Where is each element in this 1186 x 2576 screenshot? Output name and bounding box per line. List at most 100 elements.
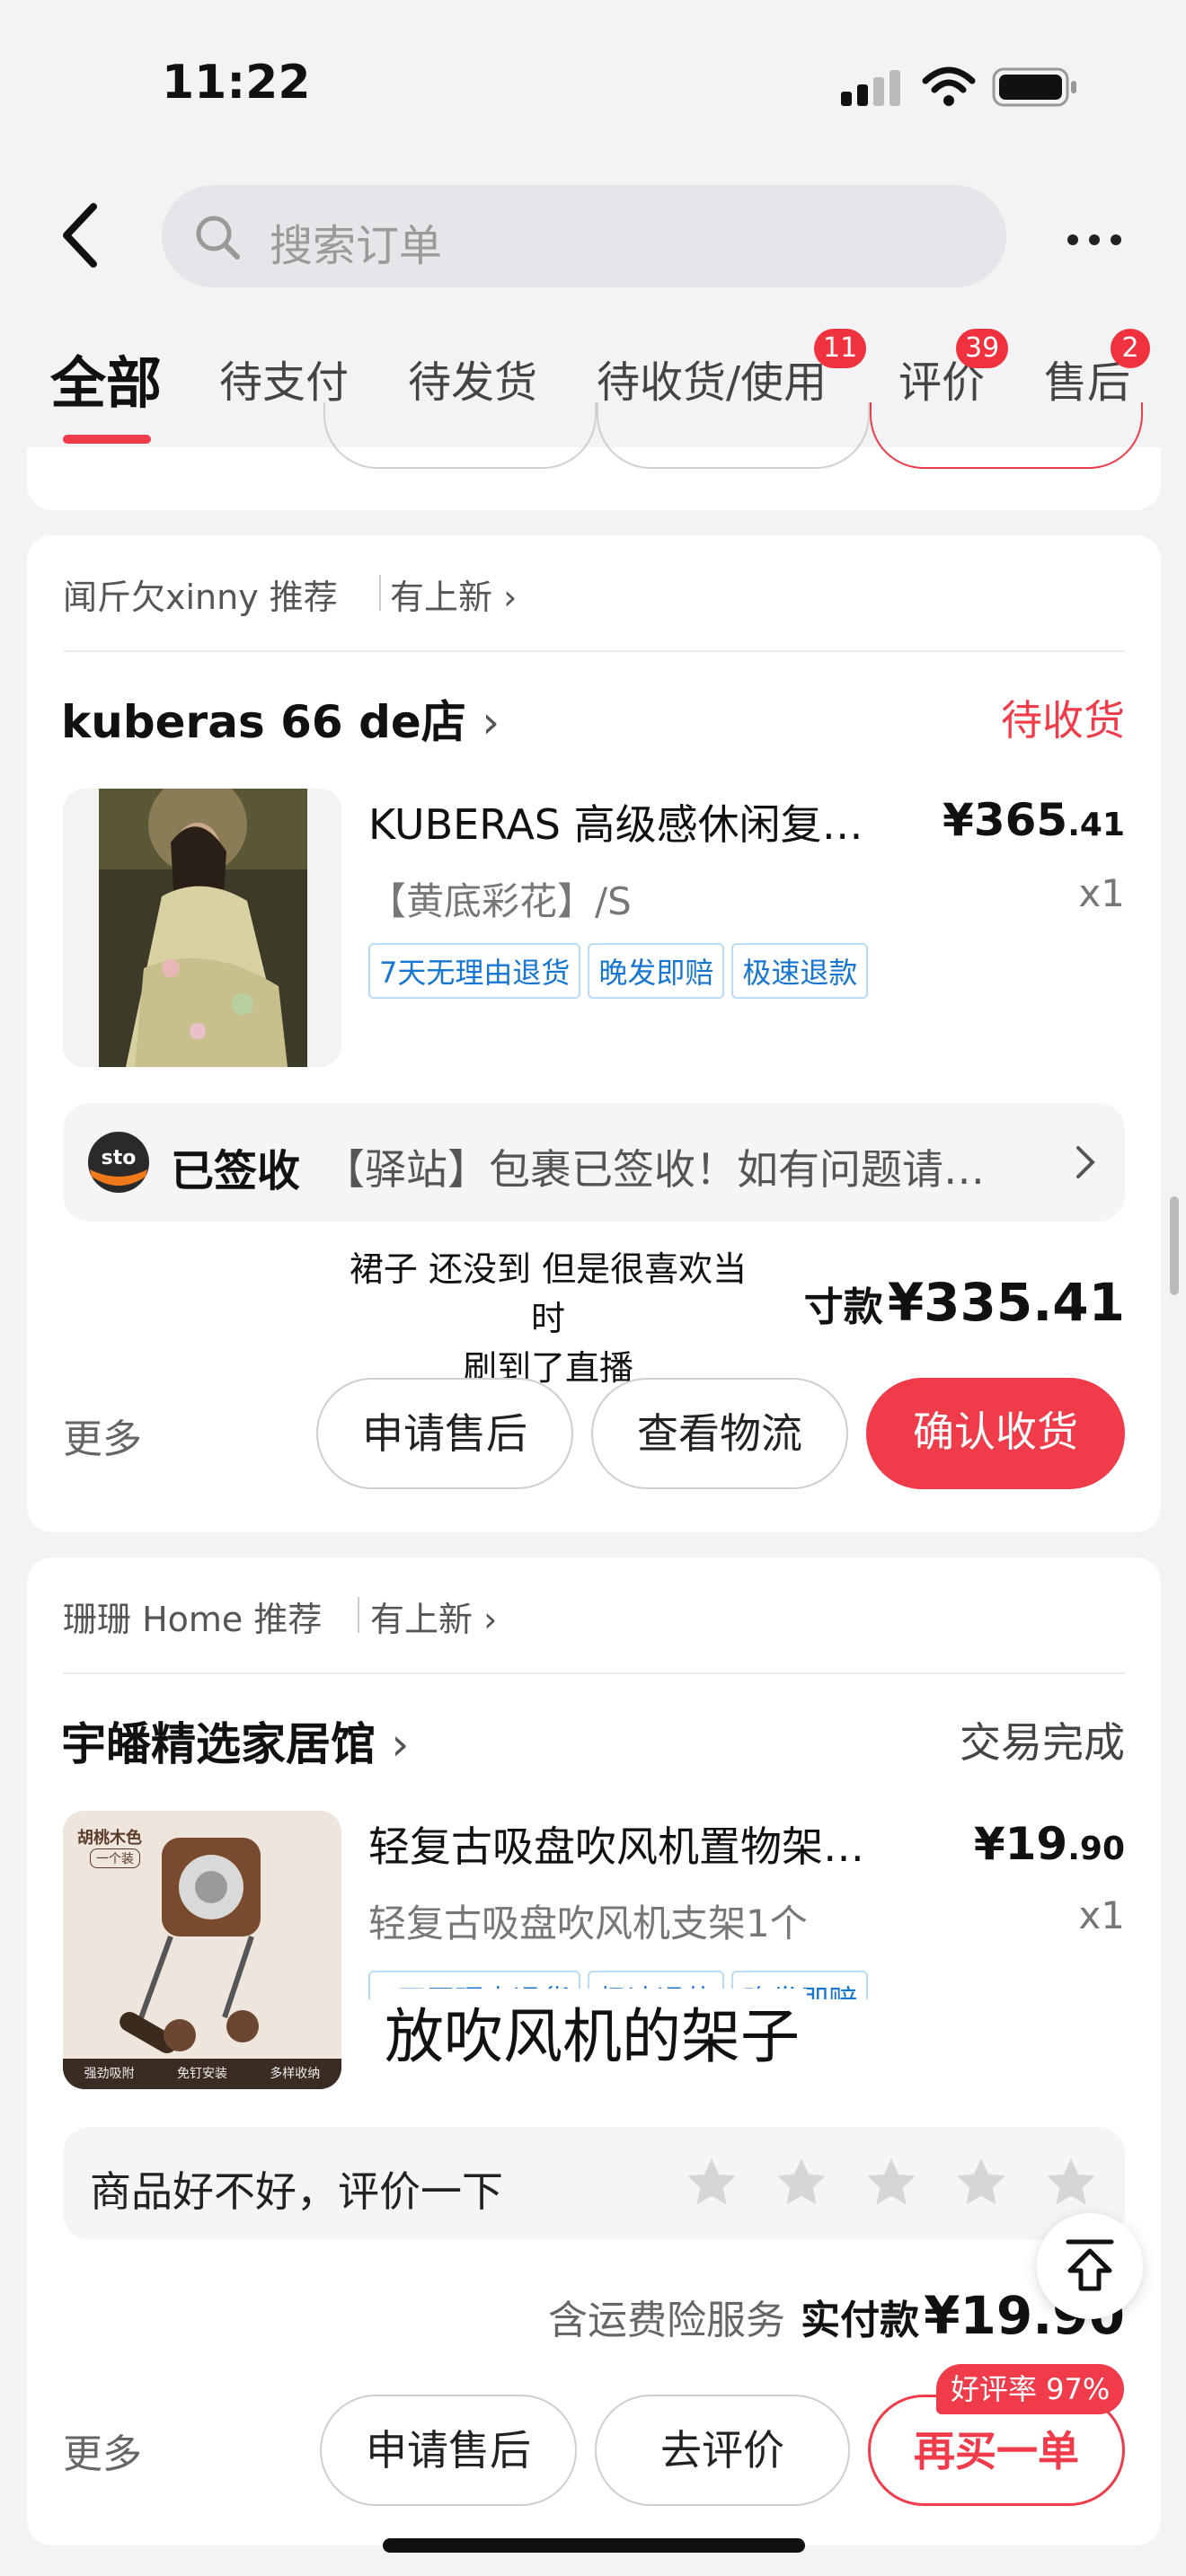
more-options-icon[interactable] (1067, 232, 1132, 249)
svg-text:sto: sto (102, 1147, 137, 1169)
product-price: ¥365.41 (943, 794, 1125, 846)
thumb-feature: 强劲吸附 (84, 2067, 135, 2081)
divider (358, 1597, 359, 1633)
recommender-text[interactable]: 闻斤欠xinny 推荐 (63, 569, 338, 619)
new-arrivals-label: 有上新 (370, 1600, 474, 1639)
star-icon[interactable] (952, 2154, 1010, 2211)
shop-name[interactable]: kuberas 66 de店 › (61, 686, 500, 751)
product-price: ¥19.90 (974, 1818, 1125, 1870)
new-arrivals-label: 有上新 (390, 578, 493, 617)
paid-amount: 寸款 ¥335.41 (804, 1272, 1125, 1333)
service-tag: 7天无理由退货 (368, 943, 581, 999)
tab-badge-count: 39 (956, 329, 1009, 368)
chevron-right-icon (1076, 1146, 1095, 1178)
price-main: ¥19 (973, 1818, 1068, 1870)
product-photo (99, 789, 307, 1067)
new-arrivals-link[interactable]: 有上新 › (390, 569, 517, 619)
previous-button-edge[interactable] (870, 402, 1143, 469)
status-time: 11:22 (162, 56, 311, 110)
logistics-banner[interactable]: sto 已签收 【驿站】包裹已签收！如有问题请… (63, 1103, 1125, 1222)
praise-rate-badge: 好评率 97% (936, 2364, 1125, 2414)
home-indicator[interactable] (383, 2538, 805, 2553)
search-placeholder: 搜索订单 (270, 221, 443, 271)
thumb-label: 一个装 (90, 1848, 140, 1868)
apply-after-sales-button[interactable]: 申请售后 (320, 2395, 577, 2506)
tab-pending-payment[interactable]: 待支付 (219, 347, 349, 410)
service-tags: 7天无理由退货 晚发即赔 极速退款 (368, 943, 869, 999)
order-card: 闻斤欠xinny 推荐 有上新 › kuberas 66 de店 › 待收货 K… (27, 535, 1161, 1532)
previous-order-card (27, 402, 1161, 510)
confirm-receipt-button[interactable]: 确认收货 (866, 1378, 1125, 1489)
service-tag: 晚发即赔 (588, 943, 725, 999)
thumb-footer: 强劲吸附 免钉安装 多样收纳 (63, 2064, 341, 2082)
thumb-feature: 多样收纳 (270, 2067, 321, 2081)
divider (63, 1672, 1125, 1674)
status-bar: 11:22 (0, 0, 1186, 162)
product-spec: 轻复古吸盘吹风机支架1个 (368, 1901, 808, 1945)
star-icon[interactable] (773, 2154, 830, 2211)
cellular-signal-icon (841, 70, 900, 106)
logistics-text: 【驿站】包裹已签收！如有问题请… (323, 1145, 985, 1194)
star-icon[interactable] (683, 2154, 740, 2211)
sticker-note: 裙子 还没到 但是很喜欢当时 刷到了直播 (332, 1241, 764, 1389)
view-logistics-button[interactable]: 查看物流 (591, 1378, 848, 1489)
shop-name[interactable]: 宇皤精选家居馆 › (61, 1708, 409, 1773)
previous-button-edge[interactable] (323, 402, 597, 469)
active-tab-indicator (63, 435, 151, 444)
product-name[interactable]: 轻复古吸盘吹风机置物架… (368, 1814, 925, 1874)
paid-amount: 含运费险服务 实付款 ¥19.90 (548, 2285, 1125, 2346)
star-icon[interactable] (863, 2154, 920, 2211)
search-icon (196, 216, 240, 260)
paid-main: ¥335 (887, 1272, 1033, 1333)
product-quantity: x1 (1078, 871, 1125, 915)
product-thumbnail[interactable]: 胡桃木色 一个装 强劲吸附 免钉安装 多样收纳 (63, 1811, 341, 2089)
tab-badge-count: 11 (814, 329, 867, 368)
star-icon[interactable] (1042, 2154, 1100, 2211)
recommender-text[interactable]: 珊珊 Home 推荐 (63, 1592, 322, 1641)
paid-label: 寸款 (803, 1284, 883, 1330)
arrow-up-icon (1066, 2239, 1114, 2291)
apply-after-sales-button[interactable]: 申请售后 (316, 1378, 573, 1489)
back-to-top-button[interactable] (1037, 2213, 1143, 2319)
more-link[interactable]: 更多 (63, 1407, 142, 1464)
new-arrivals-link[interactable]: 有上新 › (370, 1592, 497, 1641)
rating-prompt-box[interactable]: 商品好不好，评价一下 (63, 2127, 1125, 2240)
paid-label: 实付款 (801, 2298, 920, 2343)
more-link[interactable]: 更多 (63, 2422, 142, 2479)
go-review-button[interactable]: 去评价 (595, 2395, 850, 2506)
order-card: 珊珊 Home 推荐 有上新 › 宇皤精选家居馆 › 交易完成 胡桃木色 一个装… (27, 1557, 1161, 2545)
tab-pending-receipt[interactable]: 待收货/使用 (597, 347, 827, 410)
rating-prompt: 商品好不好，评价一下 (90, 2167, 503, 2216)
order-status: 待收货 (1001, 696, 1125, 745)
wifi-icon (922, 66, 976, 106)
scrollbar[interactable] (1170, 1196, 1179, 1295)
battery-icon (992, 67, 1076, 107)
divider (379, 575, 381, 611)
logistics-status: 已签收 (171, 1146, 301, 1196)
price-cents: .90 (1067, 1831, 1125, 1867)
thumb-label: 胡桃木色 (77, 1829, 142, 1848)
insurance-note: 含运费险服务 (547, 2298, 785, 2343)
product-quantity: x1 (1078, 1893, 1125, 1937)
tab-all[interactable]: 全部 (50, 338, 162, 419)
search-input[interactable]: 搜索订单 (162, 185, 1006, 287)
thumb-feature: 免钉安装 (176, 2067, 227, 2081)
paid-cents: .41 (1032, 1272, 1125, 1333)
shop-name-label: kuberas 66 de店 (61, 696, 466, 748)
back-arrow-icon[interactable] (54, 199, 108, 271)
divider (63, 650, 1125, 652)
product-name[interactable]: KUBERAS 高级感休闲复… (368, 792, 925, 851)
price-main: ¥365 (943, 794, 1068, 846)
price-cents: .41 (1067, 807, 1125, 843)
tab-badge-count: 2 (1111, 329, 1150, 368)
sticker-note: 放吹风机的架子 (377, 1989, 807, 2075)
product-spec: 【黄底彩花】/S (368, 879, 632, 923)
previous-button-edge[interactable] (597, 402, 870, 469)
paid-main: ¥19 (924, 2285, 1033, 2346)
tab-pending-shipment[interactable]: 待发货 (408, 347, 537, 410)
service-tag: 极速退款 (731, 943, 869, 999)
shop-name-label: 宇皤精选家居馆 (61, 1718, 376, 1770)
rating-stars (683, 2154, 1100, 2211)
order-status: 交易完成 (960, 1718, 1125, 1767)
product-thumbnail[interactable] (63, 789, 341, 1067)
